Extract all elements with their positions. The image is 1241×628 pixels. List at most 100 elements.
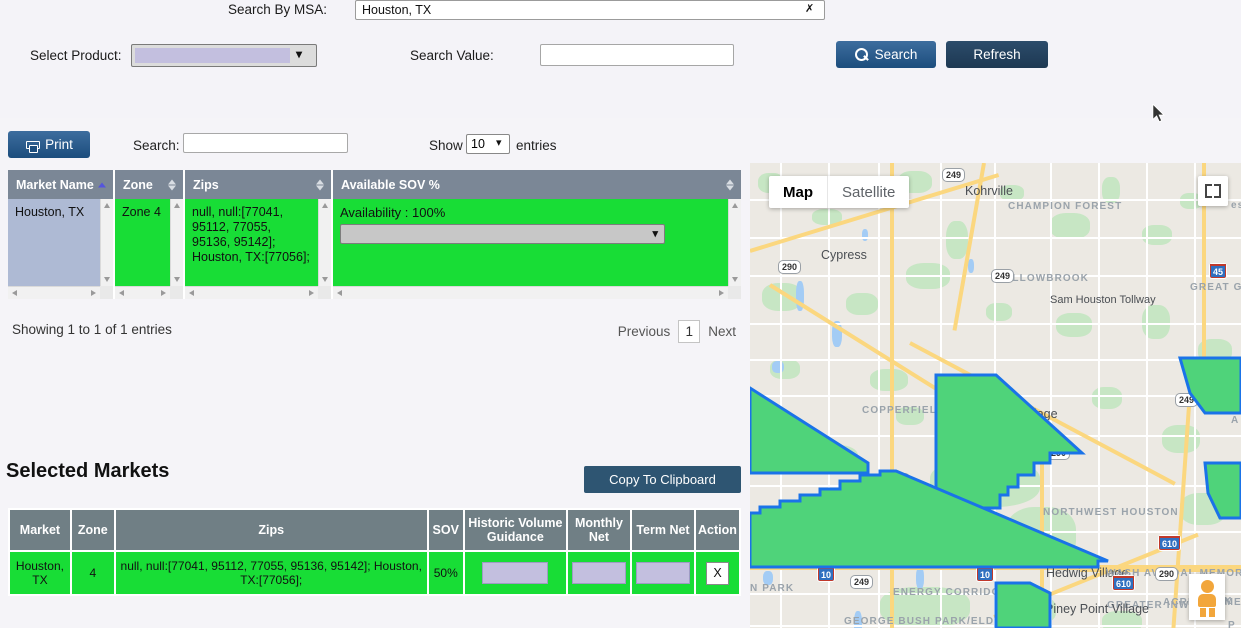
datatable-info: Showing 1 to 1 of 1 entries bbox=[12, 322, 172, 337]
map-surface[interactable]: Kohrville CHAMPION FOREST WILLOWBROOK GREAT… bbox=[750, 163, 1241, 628]
product-select[interactable] bbox=[131, 44, 317, 67]
cell-vertical-scrollbar[interactable] bbox=[170, 199, 183, 286]
markets-table-row: Houston, TX Zone 4 null, null:[77041, 95… bbox=[8, 199, 741, 299]
column-header-zips[interactable]: Zips bbox=[185, 170, 333, 199]
cell-term-net bbox=[629, 550, 696, 596]
copy-to-clipboard-button[interactable]: Copy To Clipboard bbox=[584, 466, 741, 493]
msa-row: Search By MSA: Houston, TX ✗ bbox=[0, 0, 1241, 22]
sort-ascending-icon bbox=[98, 182, 106, 187]
cell-historic-volume-guidance bbox=[462, 550, 568, 596]
sort-icon bbox=[726, 179, 734, 190]
search-value-label: Search Value: bbox=[410, 48, 494, 63]
product-select-value bbox=[135, 48, 290, 63]
cell-sov: 50% bbox=[426, 550, 465, 596]
column-header-monthly-net: Monthly Net bbox=[565, 508, 632, 552]
cell-horizontal-scrollbar[interactable] bbox=[185, 286, 318, 299]
markets-table: Market Name Zone Zips Available SOV % Ho… bbox=[8, 170, 741, 299]
scroll-corner bbox=[728, 286, 741, 299]
selected-markets-table: Market Zone Zips SOV Historic Volume Gui… bbox=[8, 508, 742, 596]
street-view-pegman-icon[interactable] bbox=[1189, 574, 1225, 620]
markets-table-header: Market Name Zone Zips Available SOV % bbox=[8, 170, 741, 199]
search-icon bbox=[854, 48, 868, 61]
refresh-button[interactable]: Refresh bbox=[946, 41, 1048, 68]
availability-text: Availability : 100% bbox=[340, 205, 446, 220]
column-label: Available SOV % bbox=[341, 177, 440, 192]
column-header-action: Action bbox=[693, 508, 742, 552]
column-label: Zone bbox=[123, 177, 153, 192]
cell-monthly-net bbox=[565, 550, 632, 596]
sort-icon bbox=[168, 179, 176, 190]
datatable-search-input[interactable] bbox=[183, 133, 348, 153]
map-type-map-button[interactable]: Map bbox=[769, 176, 828, 208]
pagination-page-1[interactable]: 1 bbox=[678, 320, 701, 343]
cell-vertical-scrollbar[interactable] bbox=[318, 199, 331, 286]
column-header-market: Market bbox=[8, 508, 72, 552]
column-label: Zips bbox=[193, 177, 219, 192]
cell-vertical-scrollbar[interactable] bbox=[728, 199, 741, 286]
print-icon bbox=[25, 138, 41, 153]
cell-available-sov-value: Availability : 100% ▾ bbox=[333, 199, 728, 286]
sov-select[interactable] bbox=[340, 224, 665, 244]
pagination: Previous 1 Next bbox=[618, 320, 736, 343]
cell-horizontal-scrollbar[interactable] bbox=[115, 286, 170, 299]
print-button[interactable]: Print bbox=[8, 131, 90, 158]
term-net-input[interactable] bbox=[635, 562, 690, 584]
column-header-sov: SOV bbox=[426, 508, 465, 552]
column-header-market-name[interactable]: Market Name bbox=[8, 170, 115, 199]
cell-zone-value: Zone 4 bbox=[115, 199, 170, 286]
coverage-polygon bbox=[750, 356, 1241, 628]
cell-market-name-value: Houston, TX bbox=[8, 199, 100, 286]
column-header-available-sov[interactable]: Available SOV % bbox=[333, 170, 741, 199]
search-value-input[interactable] bbox=[540, 44, 734, 66]
column-header-term-net: Term Net bbox=[629, 508, 696, 552]
cell-zips: null, null:[77041, 95112, 77055, 95136, … bbox=[113, 550, 429, 596]
map-type-satellite-button[interactable]: Satellite bbox=[828, 176, 909, 208]
column-label: Market Name bbox=[16, 177, 94, 192]
column-header-zips: Zips bbox=[113, 508, 429, 552]
table-row: Houston, TX 4 null, null:[77041, 95112, … bbox=[8, 550, 742, 596]
cell-horizontal-scrollbar[interactable] bbox=[8, 286, 100, 299]
print-button-label: Print bbox=[45, 137, 73, 152]
sort-icon bbox=[316, 179, 324, 190]
scroll-corner bbox=[100, 286, 113, 299]
cell-zips[interactable]: null, null:[77041, 95112, 77055, 95136, … bbox=[185, 199, 333, 299]
cell-market-name[interactable]: Houston, TX bbox=[8, 199, 115, 299]
pagination-next[interactable]: Next bbox=[708, 324, 736, 339]
entries-select[interactable]: 10 bbox=[466, 134, 510, 154]
cell-action: X bbox=[693, 550, 742, 596]
map-type-control[interactable]: Map Satellite bbox=[769, 176, 910, 208]
product-label: Select Product: bbox=[30, 48, 122, 63]
search-button[interactable]: Search bbox=[836, 41, 936, 68]
remove-row-button[interactable]: X bbox=[705, 561, 729, 585]
column-header-zone[interactable]: Zone bbox=[115, 170, 185, 199]
fullscreen-icon[interactable] bbox=[1198, 176, 1228, 206]
column-header-zone: Zone bbox=[69, 508, 116, 552]
mouse-cursor bbox=[1152, 104, 1166, 123]
entries-label: entries bbox=[516, 138, 557, 153]
sov-select-wrapper: ▾ bbox=[340, 224, 665, 244]
search-button-label: Search bbox=[874, 47, 918, 62]
copy-button-label: Copy To Clipboard bbox=[609, 472, 716, 487]
refresh-button-label: Refresh bbox=[973, 47, 1021, 62]
scroll-corner bbox=[318, 286, 331, 299]
selected-markets-title: Selected Markets bbox=[6, 460, 170, 482]
cell-zone: 4 bbox=[69, 550, 116, 596]
cell-zone[interactable]: Zone 4 bbox=[115, 199, 185, 299]
show-label: Show bbox=[429, 138, 463, 153]
cell-horizontal-scrollbar[interactable] bbox=[333, 286, 728, 299]
cell-market: Houston, TX bbox=[8, 550, 72, 596]
pagination-previous[interactable]: Previous bbox=[618, 324, 671, 339]
datatable-search-label: Search: bbox=[133, 138, 180, 153]
column-header-historic-volume-guidance: Historic Volume Guidance bbox=[462, 508, 568, 552]
search-panel: Search By MSA: Houston, TX ✗ Select Prod… bbox=[0, 0, 1241, 118]
monthly-net-input[interactable] bbox=[571, 562, 626, 584]
cell-zips-value: null, null:[77041, 95112, 77055, 95136, … bbox=[185, 199, 318, 286]
map-panel[interactable]: Kohrville CHAMPION FOREST WILLOWBROOK GREAT… bbox=[750, 163, 1241, 628]
scroll-corner bbox=[170, 286, 183, 299]
historic-volume-guidance-input[interactable] bbox=[482, 562, 549, 584]
cell-available-sov[interactable]: Availability : 100% ▾ bbox=[333, 199, 741, 299]
msa-label: Search By MSA: bbox=[228, 2, 328, 17]
msa-select[interactable]: Houston, TX bbox=[355, 0, 825, 20]
selected-markets-header-row: Market Zone Zips SOV Historic Volume Gui… bbox=[8, 508, 742, 552]
cell-vertical-scrollbar[interactable] bbox=[100, 199, 113, 286]
